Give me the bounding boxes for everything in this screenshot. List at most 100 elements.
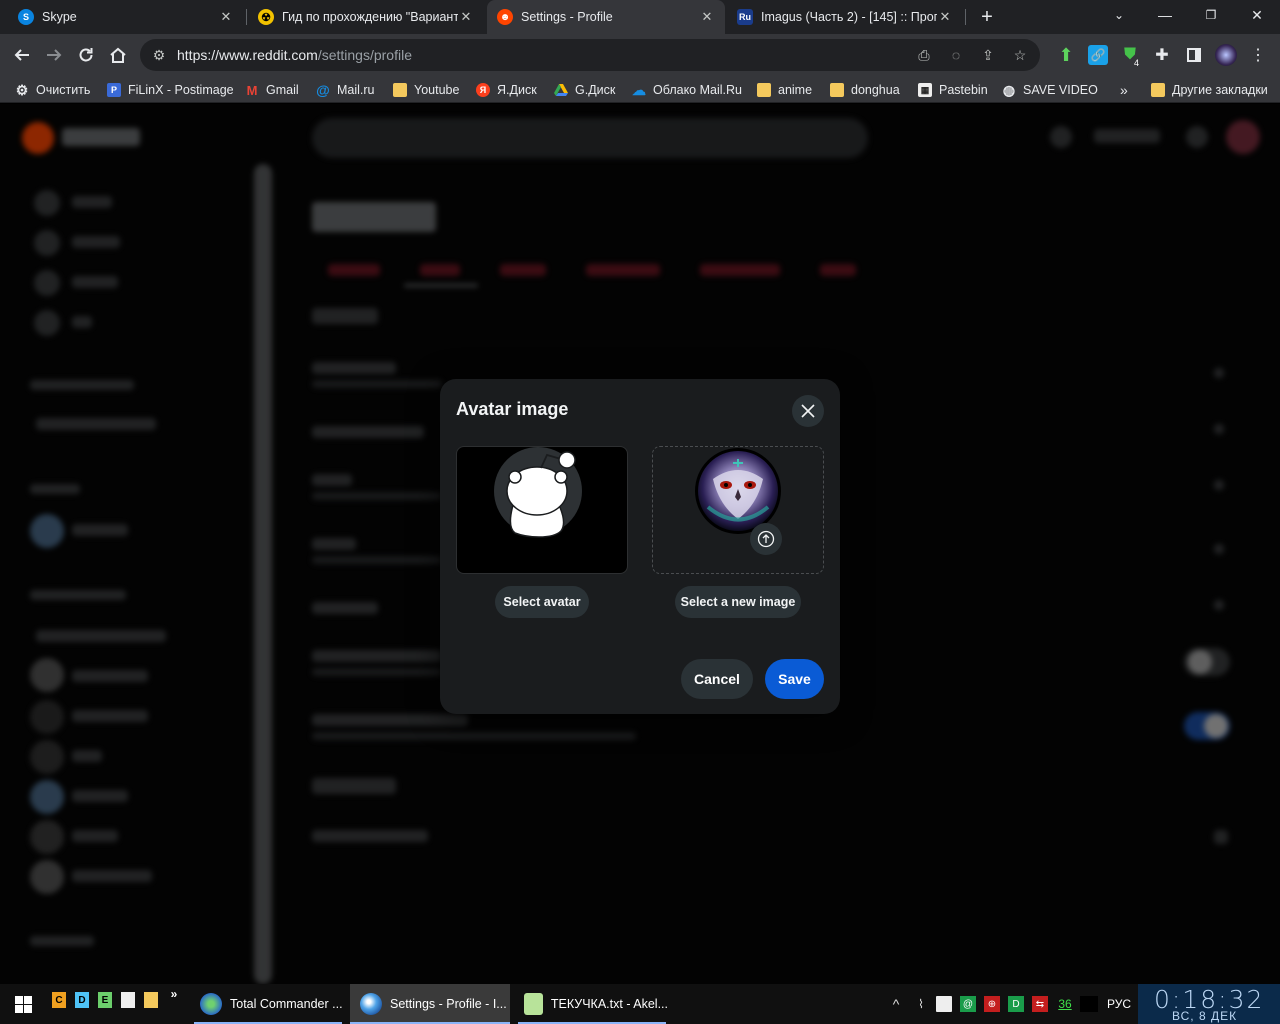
tab-settings-profile[interactable]: ☻ Settings - Profile ✕ (487, 0, 725, 34)
arrow-up-extension-icon[interactable]: ⬆ (1056, 45, 1076, 65)
setting-label (312, 602, 378, 614)
select-new-image-button[interactable]: Select a new image (675, 586, 801, 618)
minimize-button[interactable]: — (1142, 0, 1188, 30)
tray-expand-icon[interactable]: ^ (888, 996, 904, 1012)
settings-tab (420, 264, 460, 276)
address-bar[interactable]: ⚙ https://www.reddit.com/settings/profil… (140, 39, 1040, 71)
bookmark-item[interactable]: @ Mail.ru (316, 81, 374, 99)
toggle-knob (1204, 714, 1228, 738)
quicklaunch-more[interactable]: » (167, 986, 181, 1002)
taskbar-app-label: Settings - Profile - I... (390, 997, 507, 1011)
profile-avatar[interactable] (1215, 44, 1237, 66)
menu-kebab-icon[interactable]: ⋮ (1248, 45, 1268, 65)
close-tab-icon[interactable]: ✕ (218, 9, 234, 25)
bookmark-label: Pastebin (939, 83, 988, 97)
bookmark-label: SAVE VIDEO (1023, 83, 1098, 97)
bookmark-label: G.Диск (575, 83, 616, 97)
sidebar-icon (34, 270, 60, 296)
language-indicator[interactable]: РУС (1104, 996, 1134, 1012)
upload-image-card[interactable] (652, 446, 824, 574)
reload-button[interactable] (71, 40, 101, 70)
taskbar-chrome[interactable]: Settings - Profile - I... (350, 984, 510, 1024)
tab-search-button[interactable]: ⌄ (1096, 0, 1142, 30)
sidebar-section (30, 380, 134, 390)
home-button[interactable] (103, 40, 133, 70)
quicklaunch-c[interactable]: C (52, 992, 66, 1008)
share-icon[interactable]: ⇪ (979, 46, 997, 64)
community-avatar (30, 820, 64, 854)
windows-logo-icon (15, 996, 32, 1013)
upload-button[interactable] (750, 523, 782, 555)
tray-app-icon[interactable]: D (1008, 996, 1024, 1012)
current-avatar-card[interactable] (456, 446, 628, 574)
bookmark-folder[interactable]: anime (757, 81, 812, 99)
link-extension-icon[interactable]: 🔗 (1088, 45, 1108, 65)
start-button[interactable] (15, 996, 32, 1018)
akelpad-icon (524, 993, 543, 1015)
tray-counter[interactable]: 36 (1056, 996, 1074, 1012)
bookmark-folder[interactable]: Youtube (393, 81, 459, 99)
bookmark-item[interactable]: ◍ SAVE VIDEO (1002, 81, 1098, 99)
tab-guide[interactable]: ☢ Гид по прохождению "Вариант ✕ (248, 0, 484, 34)
back-button[interactable] (7, 40, 37, 70)
tab-imagus[interactable]: Ru Imagus (Часть 2) - [145] :: Прогр ✕ (727, 0, 963, 34)
bookmark-item[interactable]: Я Я.Диск (476, 81, 537, 99)
close-tab-icon[interactable]: ✕ (937, 9, 953, 25)
close-window-button[interactable]: ✕ (1234, 0, 1280, 30)
more-bookmarks-button[interactable]: » (1120, 81, 1128, 99)
close-tab-icon[interactable]: ✕ (458, 9, 474, 25)
header-icon (1186, 126, 1208, 148)
install-app-icon[interactable]: ⎙ (915, 46, 933, 64)
tracking-blocked-icon[interactable]: ◌ (947, 46, 965, 64)
other-bookmarks-folder[interactable]: Другие закладки (1151, 81, 1268, 99)
bookmark-item[interactable]: P FiLinX - Postimage (107, 81, 234, 99)
new-tab-button[interactable]: + (970, 2, 1004, 32)
close-icon (801, 404, 815, 418)
quicklaunch-d[interactable]: D (75, 992, 89, 1008)
save-button[interactable]: Save (765, 659, 824, 699)
quicklaunch-e[interactable]: E (98, 992, 112, 1008)
tray-app-icon[interactable] (936, 996, 952, 1012)
toggle-knob (1188, 650, 1212, 674)
globe-icon: ◍ (1002, 81, 1016, 98)
settings-tab (700, 264, 780, 276)
sidebar-section (30, 936, 94, 946)
puzzle-icon[interactable]: ✚ (1152, 45, 1172, 65)
mail-tray-icon[interactable]: @ (960, 996, 976, 1012)
bookmark-star-icon[interactable]: ☆ (1011, 46, 1029, 64)
bookmark-item[interactable]: ▦ Pastebin (918, 81, 988, 99)
bookmark-item[interactable]: ⚙ Очистить (15, 81, 91, 99)
tray-app-icon[interactable]: ⊕ (984, 996, 1000, 1012)
bookmark-item[interactable]: G.Диск (554, 81, 615, 99)
bookmark-item[interactable]: M Gmail (245, 81, 299, 99)
taskbar-akelpad[interactable]: ТЕКУЧКА.txt - Akel... (514, 984, 668, 1024)
url-text: https://www.reddit.com/settings/profile (177, 47, 412, 63)
tab-skype[interactable]: S Skype ✕ (8, 0, 244, 34)
side-panel-icon[interactable] (1184, 45, 1204, 65)
forward-button[interactable] (39, 40, 69, 70)
close-dialog-button[interactable] (792, 395, 824, 427)
owl-avatar-image (695, 448, 781, 534)
setting-label (312, 650, 442, 662)
paperclip-icon[interactable]: ⌇ (914, 996, 928, 1012)
postimage-icon: P (107, 83, 121, 97)
reload-icon (79, 48, 93, 62)
close-tab-icon[interactable]: ✕ (699, 9, 715, 25)
bookmark-folder[interactable]: donghua (830, 81, 900, 99)
bookmark-item[interactable]: ☁ Облако Mail.Ru (632, 81, 742, 99)
tab-title: Imagus (Часть 2) - [145] :: Прогр (761, 10, 937, 24)
taskbar-clock[interactable]: 0:18:32 ВС, 8 ДЕК (1138, 984, 1280, 1024)
clock-date: ВС, 8 ДЕК (1172, 1009, 1238, 1023)
settings-tab (328, 264, 380, 276)
folder-icon[interactable] (144, 992, 158, 1008)
cancel-button[interactable]: Cancel (681, 659, 753, 699)
select-avatar-button[interactable]: Select avatar (495, 586, 589, 618)
taskbar-total-commander[interactable]: Total Commander ... (190, 984, 346, 1024)
site-info-icon[interactable]: ⚙ (150, 46, 168, 64)
notepad-icon[interactable] (121, 992, 135, 1008)
chevron-right-icon (1214, 544, 1224, 554)
tray-app-icon[interactable] (1080, 996, 1098, 1012)
restore-button[interactable]: ❐ (1188, 0, 1234, 30)
active-tab-underline (404, 284, 478, 287)
tray-app-icon[interactable]: ⇆ (1032, 996, 1048, 1012)
